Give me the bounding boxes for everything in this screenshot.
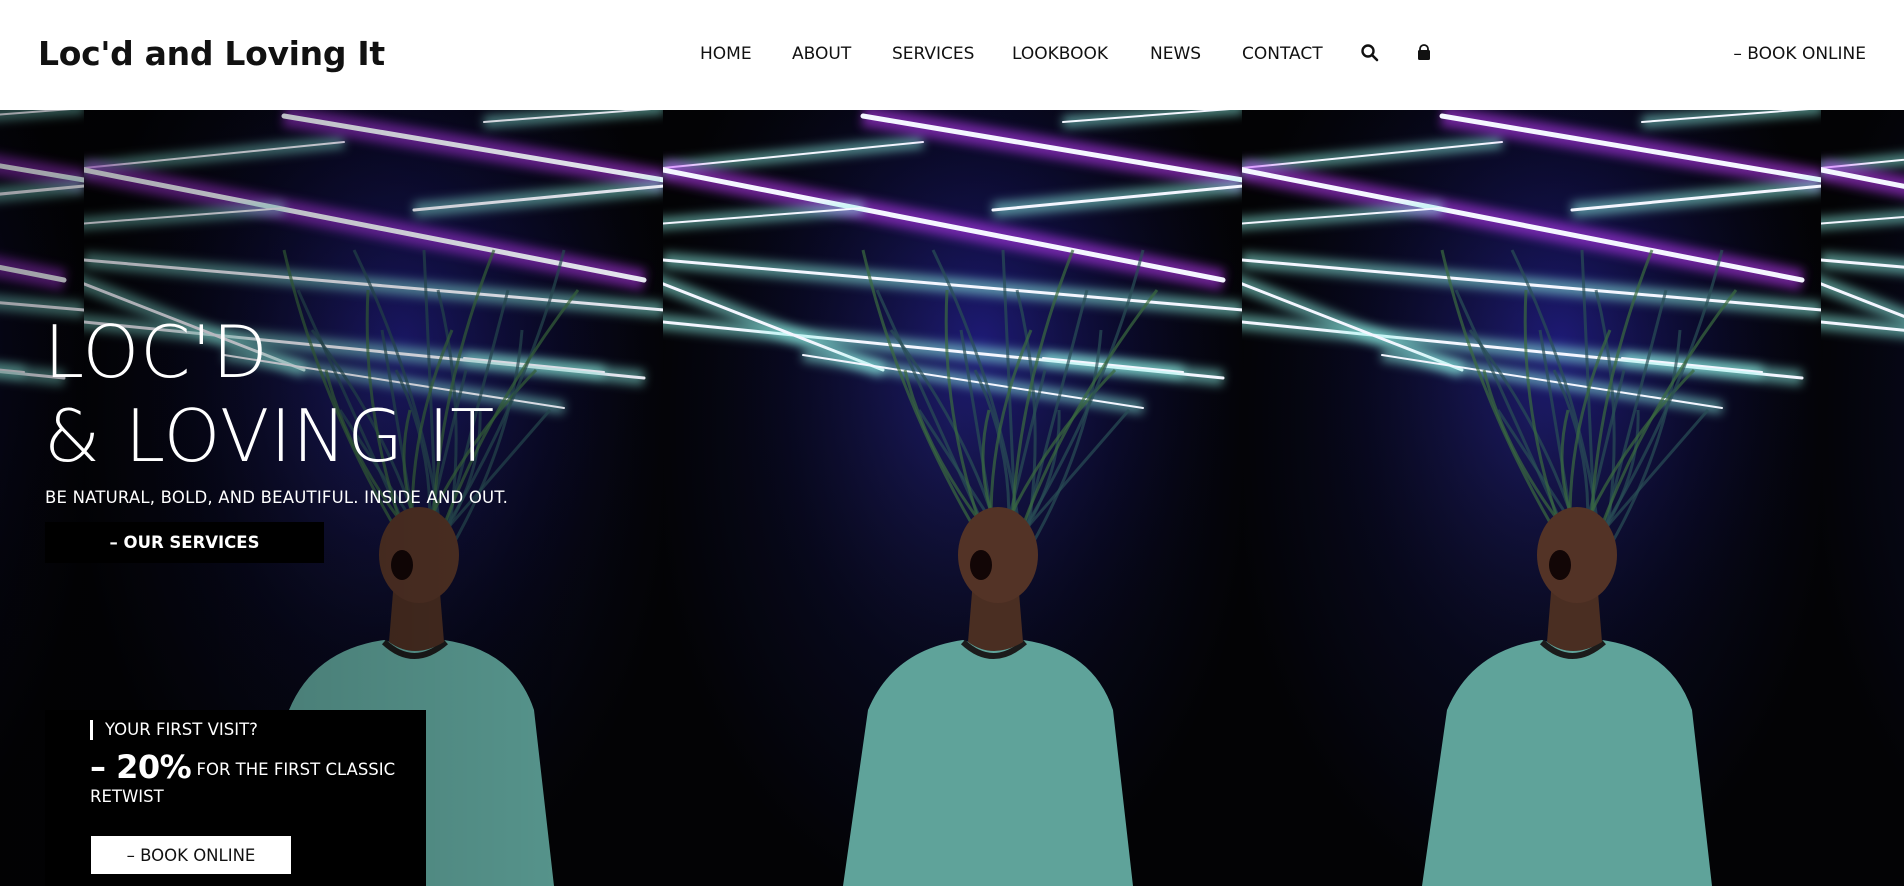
nav-item-lookbook[interactable]: LOOKBOOK bbox=[1012, 44, 1108, 64]
nav-item-contact[interactable]: CONTACT bbox=[1242, 44, 1323, 64]
search-icon[interactable] bbox=[1360, 43, 1380, 63]
hero-title-line2: & LOVING IT bbox=[44, 394, 496, 478]
site-logo[interactable]: Loc'd and Loving It bbox=[38, 34, 385, 73]
hero-image-panel bbox=[663, 110, 1243, 886]
hero-photo bbox=[1242, 110, 1822, 886]
nav-item-about[interactable]: ABOUT bbox=[792, 44, 851, 64]
first-visit-promo: YOUR FIRST VISIT? – 20% FOR THE FIRST CL… bbox=[45, 710, 426, 886]
shopping-bag-icon[interactable] bbox=[1414, 43, 1434, 63]
hero-photo bbox=[1821, 110, 1904, 886]
promo-heading: YOUR FIRST VISIT? bbox=[90, 720, 258, 740]
hero-image-panel bbox=[1821, 110, 1904, 886]
hero-subtitle: BE NATURAL, BOLD, AND BEAUTIFUL. INSIDE … bbox=[45, 488, 509, 507]
promo-book-online-button[interactable]: – BOOK ONLINE bbox=[91, 836, 291, 874]
nav-item-home[interactable]: HOME bbox=[700, 44, 752, 64]
promo-discount: – 20% bbox=[90, 748, 192, 786]
site-header: Loc'd and Loving It HOME ABOUT SERVICES … bbox=[0, 0, 1904, 110]
book-online-link[interactable]: – BOOK ONLINE bbox=[1733, 44, 1866, 64]
hero-title-line1: LOC'D bbox=[44, 310, 269, 394]
hero-section: LOC'D & LOVING IT BE NATURAL, BOLD, AND … bbox=[0, 110, 1904, 886]
hero-title: LOC'D & LOVING IT bbox=[44, 310, 495, 478]
hero-photo bbox=[663, 110, 1243, 886]
hero-image-panel bbox=[1242, 110, 1822, 886]
nav-item-services[interactable]: SERVICES bbox=[892, 44, 974, 64]
promo-offer: – 20% FOR THE FIRST CLASSIC RETWIST bbox=[90, 751, 410, 810]
our-services-button[interactable]: – OUR SERVICES bbox=[45, 522, 324, 563]
nav-item-news[interactable]: NEWS bbox=[1150, 44, 1201, 64]
